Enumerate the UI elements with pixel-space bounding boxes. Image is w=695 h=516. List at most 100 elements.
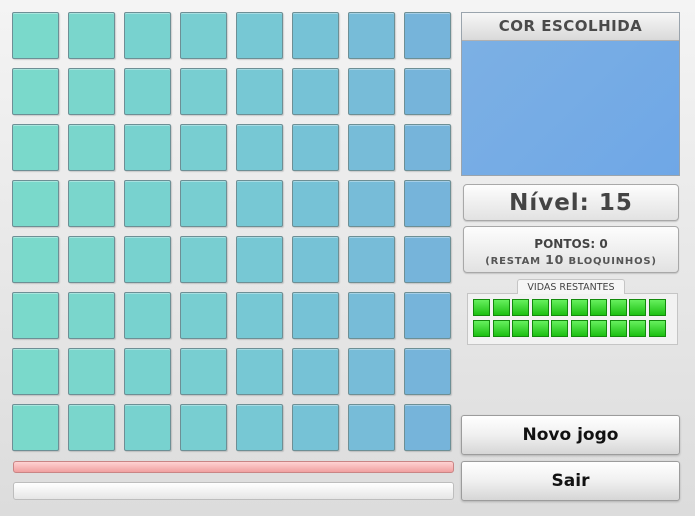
board-cell[interactable] — [12, 12, 59, 59]
life-block — [590, 299, 607, 316]
board-cell[interactable] — [124, 348, 171, 395]
chosen-color-swatch — [462, 41, 679, 175]
life-block — [570, 299, 588, 316]
board-cell[interactable] — [404, 236, 451, 283]
board-cell[interactable] — [124, 292, 171, 339]
life-block — [570, 320, 588, 337]
board-cell[interactable] — [12, 236, 59, 283]
points-line: PONTOS: 0 — [464, 237, 678, 251]
life-block — [551, 299, 568, 316]
board-cell[interactable] — [236, 292, 283, 339]
life-block — [629, 299, 646, 316]
remaining-blocks-line: (RESTAM 10 BLOQUINHOS) — [464, 252, 678, 267]
board-cell[interactable] — [292, 180, 339, 227]
board-cell[interactable] — [68, 12, 115, 59]
life-block — [492, 299, 510, 316]
board-cell[interactable] — [404, 12, 451, 59]
board-cell[interactable] — [236, 348, 283, 395]
board-cell[interactable] — [68, 124, 115, 171]
board-cell[interactable] — [236, 236, 283, 283]
life-block — [473, 299, 490, 316]
board-cell[interactable] — [404, 404, 451, 451]
chosen-color-title: COR ESCOLHIDA — [462, 13, 679, 41]
board-cell[interactable] — [292, 236, 339, 283]
board-cell[interactable] — [348, 404, 395, 451]
board-cell[interactable] — [292, 292, 339, 339]
board-cell[interactable] — [12, 180, 59, 227]
points-label: PONTOS: — [534, 237, 596, 251]
board-cell[interactable] — [180, 68, 227, 115]
board-cell[interactable] — [236, 180, 283, 227]
board-cell[interactable] — [68, 404, 115, 451]
board-cell[interactable] — [404, 124, 451, 171]
board-cell[interactable] — [124, 180, 171, 227]
remaining-prefix: (RESTAM — [485, 256, 541, 267]
board-cell[interactable] — [180, 124, 227, 171]
life-block — [648, 299, 666, 316]
board-cell[interactable] — [348, 68, 395, 115]
new-game-button[interactable]: Novo jogo — [461, 415, 680, 455]
board-cell[interactable] — [180, 348, 227, 395]
board-cell[interactable] — [124, 12, 171, 59]
exit-button[interactable]: Sair — [461, 461, 680, 501]
board-cell[interactable] — [68, 180, 115, 227]
life-block — [609, 299, 627, 316]
life-block — [590, 320, 607, 337]
life-block — [492, 320, 510, 337]
board-cell[interactable] — [404, 68, 451, 115]
board-cell[interactable] — [348, 180, 395, 227]
points-display: PONTOS: 0 (RESTAM 10 BLOQUINHOS) — [463, 226, 679, 273]
life-block — [648, 320, 666, 337]
board-cell[interactable] — [12, 404, 59, 451]
timer-bar — [13, 461, 454, 473]
board-cell[interactable] — [68, 68, 115, 115]
life-block — [531, 299, 549, 316]
board-cell[interactable] — [348, 12, 395, 59]
board-cell[interactable] — [292, 348, 339, 395]
level-text: Nível: 15 — [509, 190, 633, 216]
board-cell[interactable] — [292, 404, 339, 451]
board-cell[interactable] — [124, 404, 171, 451]
board-cell[interactable] — [124, 236, 171, 283]
board-cell[interactable] — [12, 68, 59, 115]
board-cell[interactable] — [404, 348, 451, 395]
board-cell[interactable] — [236, 68, 283, 115]
chosen-color-panel: COR ESCOLHIDA — [461, 12, 680, 176]
board-cell[interactable] — [124, 68, 171, 115]
board-cell[interactable] — [348, 124, 395, 171]
board-cell[interactable] — [68, 292, 115, 339]
board-cell[interactable] — [12, 124, 59, 171]
board-cell[interactable] — [404, 292, 451, 339]
life-block — [609, 320, 627, 337]
board-cell[interactable] — [236, 404, 283, 451]
board-cell[interactable] — [180, 12, 227, 59]
board-cell[interactable] — [348, 348, 395, 395]
board-cell[interactable] — [180, 236, 227, 283]
life-block — [531, 320, 549, 337]
board-cell[interactable] — [292, 12, 339, 59]
board-cell[interactable] — [180, 404, 227, 451]
board-cell[interactable] — [236, 12, 283, 59]
board-cell[interactable] — [68, 236, 115, 283]
board-cell[interactable] — [292, 124, 339, 171]
remaining-count: 10 — [545, 252, 565, 267]
board-cell[interactable] — [12, 292, 59, 339]
board-cell[interactable] — [12, 348, 59, 395]
life-block — [629, 320, 646, 337]
board-cell[interactable] — [236, 124, 283, 171]
remaining-suffix: BLOQUINHOS) — [568, 256, 657, 267]
game-board — [12, 12, 456, 458]
life-block — [473, 320, 490, 337]
board-cell[interactable] — [292, 68, 339, 115]
life-block — [551, 320, 568, 337]
board-cell[interactable] — [348, 236, 395, 283]
board-cell[interactable] — [180, 180, 227, 227]
progress-bar — [13, 482, 454, 500]
board-cell[interactable] — [404, 180, 451, 227]
board-cell[interactable] — [68, 348, 115, 395]
board-cell[interactable] — [180, 292, 227, 339]
board-cell[interactable] — [124, 124, 171, 171]
board-cell[interactable] — [348, 292, 395, 339]
life-block — [512, 320, 529, 337]
points-value: 0 — [599, 237, 608, 251]
